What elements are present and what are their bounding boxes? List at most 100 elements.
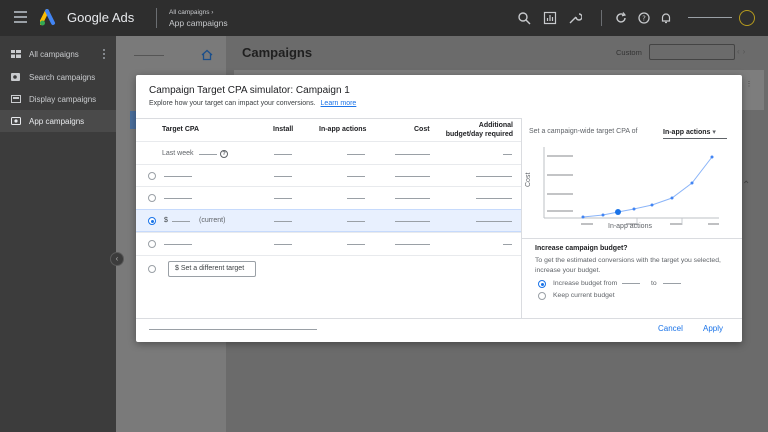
cell-value bbox=[476, 221, 512, 222]
cpa-simulator-dialog: Campaign Target CPA simulator: Campaign … bbox=[136, 75, 742, 342]
cell-value bbox=[274, 244, 292, 245]
chart-point bbox=[670, 196, 674, 200]
display-icon bbox=[11, 95, 21, 103]
brand-name: Google Ads bbox=[67, 10, 135, 25]
column-header-additional-budget[interactable]: Additional budget/day required bbox=[440, 121, 513, 139]
column-header-cost[interactable]: Cost bbox=[414, 126, 430, 133]
home-icon[interactable] bbox=[201, 49, 213, 61]
budget-divider bbox=[522, 238, 742, 239]
notifications-icon[interactable] bbox=[659, 11, 673, 25]
search-icon[interactable] bbox=[517, 11, 531, 25]
cell-value bbox=[395, 154, 430, 155]
collapse-sidebar-button[interactable]: ‹ bbox=[110, 252, 124, 266]
keep-budget-option[interactable]: Keep current budget bbox=[553, 292, 615, 299]
panel-placeholder-text bbox=[134, 55, 164, 56]
cell-value bbox=[395, 244, 430, 245]
target-radio[interactable] bbox=[148, 172, 156, 180]
cell-value bbox=[274, 176, 292, 177]
help-icon[interactable]: ? bbox=[637, 11, 651, 25]
current-label: (current) bbox=[199, 217, 226, 224]
cancel-button[interactable]: Cancel bbox=[658, 324, 683, 333]
cell-value bbox=[274, 154, 292, 155]
cell-value bbox=[274, 221, 292, 222]
cell-value bbox=[347, 154, 365, 155]
app-icon bbox=[11, 117, 21, 125]
increase-budget-radio[interactable] bbox=[538, 280, 546, 288]
google-ads-logo[interactable] bbox=[40, 9, 60, 27]
help-icon[interactable]: ? bbox=[220, 150, 228, 158]
increase-budget-option[interactable]: Increase budget from to bbox=[553, 280, 681, 287]
sidebar-item-label: App campaigns bbox=[29, 116, 85, 126]
breadcrumb-current: App campaigns bbox=[169, 18, 228, 28]
learn-more-link[interactable]: Learn more bbox=[321, 100, 357, 107]
table-row[interactable] bbox=[136, 164, 521, 187]
toolbar-divider bbox=[601, 10, 602, 26]
chart-header: Set a campaign-wide target CPA of bbox=[529, 128, 638, 135]
cell-value bbox=[395, 176, 430, 177]
sidebar-item-label: All campaigns bbox=[29, 49, 79, 59]
table-row[interactable] bbox=[136, 232, 521, 255]
cell-value bbox=[347, 198, 365, 199]
cell-value bbox=[476, 176, 512, 177]
sidebar-item-search-campaigns[interactable]: Search campaigns bbox=[0, 66, 116, 88]
target-radio[interactable] bbox=[148, 217, 156, 225]
cell-value bbox=[503, 154, 512, 155]
cell-value bbox=[347, 244, 365, 245]
date-nav-arrows[interactable]: ‹› bbox=[737, 47, 748, 56]
set-different-target-button[interactable]: $ Set a different target bbox=[168, 261, 256, 277]
search-campaign-icon bbox=[11, 73, 20, 81]
dropdown-underline bbox=[663, 138, 727, 139]
cell-value bbox=[172, 221, 190, 222]
budget-description: To get the estimated conversions with th… bbox=[535, 257, 721, 274]
top-bar: Google Ads All campaigns › App campaigns… bbox=[0, 0, 768, 36]
budget-title: Increase campaign budget? bbox=[535, 245, 628, 252]
target-radio[interactable] bbox=[148, 265, 156, 273]
dropdown-arrow-icon: ▾ bbox=[712, 129, 716, 136]
date-range-label: Custom bbox=[616, 48, 642, 57]
sidebar-item-app-campaigns[interactable]: App campaigns bbox=[0, 110, 116, 132]
chart-x-axis-label: In-app actions bbox=[608, 223, 652, 230]
currency-symbol: $ bbox=[164, 217, 168, 224]
target-radio[interactable] bbox=[148, 194, 156, 202]
sidebar-item-all-campaigns[interactable]: All campaigns bbox=[0, 43, 116, 65]
chart-point bbox=[710, 155, 714, 159]
table-row-last-week: Last week ? bbox=[136, 141, 521, 164]
table-row[interactable] bbox=[136, 186, 521, 209]
cell-value bbox=[164, 198, 192, 199]
avatar[interactable] bbox=[739, 10, 755, 26]
cell-value bbox=[395, 198, 430, 199]
breadcrumb-parent[interactable]: All campaigns › bbox=[169, 9, 213, 16]
cell-value bbox=[503, 244, 512, 245]
date-range-select[interactable] bbox=[649, 44, 735, 60]
last-week-label: Last week bbox=[162, 150, 194, 157]
reports-icon[interactable] bbox=[543, 11, 557, 25]
more-options-icon[interactable] bbox=[103, 49, 105, 59]
tools-icon[interactable] bbox=[568, 11, 582, 25]
svg-text:?: ? bbox=[642, 15, 646, 23]
page-title: Campaigns bbox=[242, 45, 313, 60]
cell-value bbox=[347, 176, 365, 177]
column-header-in-app-actions[interactable]: In-app actions bbox=[319, 126, 366, 133]
footer-placeholder-text bbox=[149, 329, 317, 330]
chart-metric-dropdown[interactable]: In-app actions ▾ bbox=[663, 128, 716, 136]
cell-value bbox=[199, 154, 217, 155]
refresh-icon[interactable] bbox=[614, 11, 628, 25]
menu-icon[interactable] bbox=[14, 11, 27, 23]
panel-divider bbox=[521, 118, 522, 318]
column-header-target-cpa[interactable]: Target CPA bbox=[162, 126, 199, 133]
table-row-current[interactable]: $ (current) bbox=[136, 209, 521, 232]
keep-budget-radio[interactable] bbox=[538, 292, 546, 300]
background-chevron-up-icon: ⌃ bbox=[742, 180, 751, 191]
sidebar: All campaigns Search campaigns Display c… bbox=[0, 36, 116, 432]
cell-value bbox=[274, 198, 292, 199]
apply-button[interactable]: Apply bbox=[703, 324, 723, 333]
chart-point bbox=[632, 207, 636, 211]
chart-series-line bbox=[582, 156, 713, 218]
sidebar-item-display-campaigns[interactable]: Display campaigns bbox=[0, 88, 116, 110]
target-radio[interactable] bbox=[148, 240, 156, 248]
dialog-footer-divider bbox=[136, 318, 742, 319]
account-name[interactable] bbox=[688, 17, 732, 18]
column-header-install[interactable]: Install bbox=[273, 126, 293, 133]
cell-value bbox=[476, 198, 512, 199]
dialog-title: Campaign Target CPA simulator: Campaign … bbox=[149, 85, 350, 96]
